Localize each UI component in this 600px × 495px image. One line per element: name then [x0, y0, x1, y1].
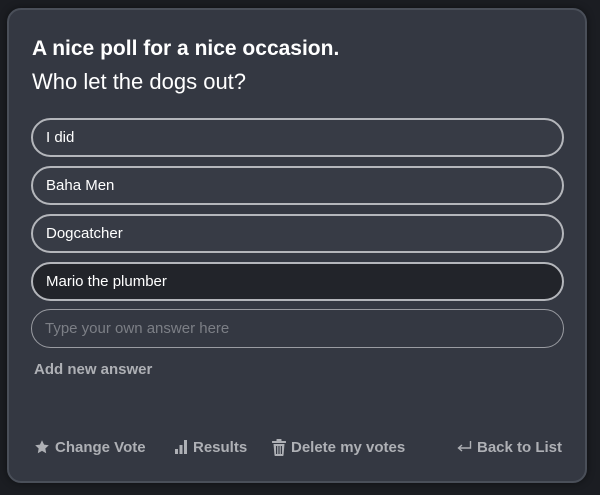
trash-icon: [272, 438, 286, 456]
delete-my-votes-label: Delete my votes: [291, 438, 406, 456]
change-vote-label: Change Vote: [55, 438, 146, 456]
delete-my-votes-button[interactable]: Delete my votes: [272, 437, 405, 457]
bar-chart-icon: [175, 440, 187, 454]
answer-option-baha-men[interactable]: Baha Men: [31, 166, 564, 205]
return-arrow-icon: [457, 441, 472, 452]
poll-question: Who let the dogs out?: [32, 69, 247, 94]
change-vote-button[interactable]: Change Vote: [34, 437, 146, 457]
answer-option-mario-the-plumber[interactable]: Mario the plumber: [31, 262, 564, 301]
add-new-answer-link[interactable]: Add new answer: [34, 361, 152, 378]
results-button[interactable]: Results: [174, 437, 247, 457]
back-to-list-label: Back to List: [477, 438, 563, 456]
back-to-list-button[interactable]: Back to List: [456, 437, 562, 457]
answer-option-dogcatcher[interactable]: Dogcatcher: [31, 214, 564, 253]
poll-title: A nice poll for a nice occasion.: [32, 37, 340, 60]
answer-option-i-did[interactable]: I did: [31, 118, 564, 157]
own-answer-input[interactable]: [31, 309, 564, 348]
poll-card: A nice poll for a nice occasion. Who let…: [7, 8, 587, 483]
star-icon: [35, 440, 49, 454]
results-label: Results: [193, 438, 248, 456]
